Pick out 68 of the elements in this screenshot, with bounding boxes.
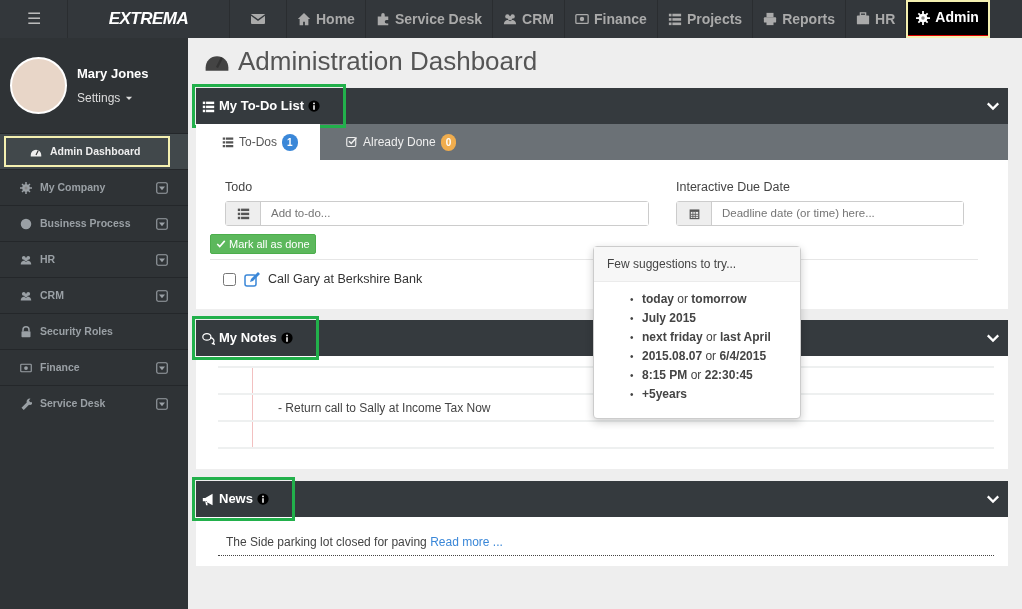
sidebar-item[interactable]: Business Process <box>0 205 188 241</box>
nav-tab[interactable]: Admin <box>906 0 990 38</box>
nav-tab[interactable]: Finance <box>565 0 658 38</box>
gear-icon <box>20 181 32 194</box>
info-icon <box>308 100 320 112</box>
suggestion: • +5years <box>630 386 689 403</box>
news-item: The Side parking lot closed for paving Read more ... <box>218 533 994 556</box>
count-badge: 0 <box>440 133 457 151</box>
sidebar-item[interactable]: Service Desk <box>0 385 188 421</box>
checkbox-icon <box>346 136 358 148</box>
wrench-icon <box>20 397 32 410</box>
avatar <box>10 57 67 114</box>
envelope-icon <box>250 11 266 27</box>
panel-title: News <box>219 490 253 509</box>
house-icon <box>297 12 311 26</box>
panel-title: My To-Do List <box>219 97 304 116</box>
info-icon <box>256 493 269 505</box>
settings-dropdown[interactable]: Settings <box>77 89 149 108</box>
sidebar-item[interactable]: CRM <box>0 277 188 313</box>
info-icon <box>280 332 293 344</box>
printer-icon <box>763 12 778 26</box>
list-icon <box>236 206 250 220</box>
popover-title: Few suggestions to try... <box>594 247 800 282</box>
note-line: - Return call to Sally at Income Tax Now <box>277 399 491 417</box>
list-icon <box>222 136 234 148</box>
nav-tab[interactable]: Reports <box>753 0 847 38</box>
list-icon <box>667 12 682 26</box>
checkbox[interactable] <box>223 273 236 287</box>
nav-tab[interactable]: Service Desk <box>365 0 494 38</box>
calendar-icon <box>687 206 701 220</box>
user-name: Mary Jones <box>77 64 149 83</box>
puzzle-icon <box>375 12 390 26</box>
briefcase-icon <box>856 12 871 26</box>
panel-title: My Notes <box>219 329 277 348</box>
checkmark-icon <box>216 239 226 249</box>
suggestion: • 2015.08.07 or 6/4/2015 <box>630 348 768 365</box>
banknote-icon <box>575 12 589 26</box>
nav-tab[interactable]: Home <box>287 0 366 38</box>
users-icon <box>20 253 32 266</box>
suggestion: • July 2015 <box>630 310 698 327</box>
nav-tab[interactable]: CRM <box>493 0 565 38</box>
page-title: Administration Dashboard <box>238 44 538 78</box>
nav-tab[interactable]: Projects <box>657 0 754 38</box>
lock-icon <box>20 325 32 338</box>
field-label: Interactive Due Date <box>676 179 791 196</box>
input-field[interactable]: Deadline date (or time) here... <box>676 200 964 226</box>
suggestion: • next friday or last April <box>630 329 772 346</box>
count-badge: 1 <box>282 133 298 151</box>
sidebar-item[interactable]: Finance <box>0 349 188 385</box>
suggestion: • 8:15 PM or 22:30:45 <box>630 367 754 384</box>
todo-item: Call Gary at Berkshire Bank <box>268 271 423 289</box>
megaphone-icon <box>202 492 215 506</box>
users-icon <box>503 12 518 26</box>
input-field[interactable]: Add to-do... <box>225 200 649 226</box>
read-more-link[interactable]: Read more ... <box>430 535 503 549</box>
tab[interactable]: To-Dos 1 <box>196 124 320 160</box>
gear-icon <box>916 10 931 25</box>
tab[interactable]: Already Done 0 <box>320 124 475 160</box>
field-label: Todo <box>225 179 254 196</box>
sidebar-item[interactable]: My Company <box>0 169 188 205</box>
list-icon <box>202 99 215 113</box>
users-icon <box>20 289 32 302</box>
edit-icon <box>244 271 260 288</box>
sidebar-item[interactable]: Admin Dashboard <box>0 133 188 169</box>
suggestion: • today or tomorrow <box>630 291 748 308</box>
sidebar-item[interactable]: HR <box>0 241 188 277</box>
banknote-icon <box>20 361 32 374</box>
sidebar-item[interactable]: Security Roles <box>0 313 188 349</box>
